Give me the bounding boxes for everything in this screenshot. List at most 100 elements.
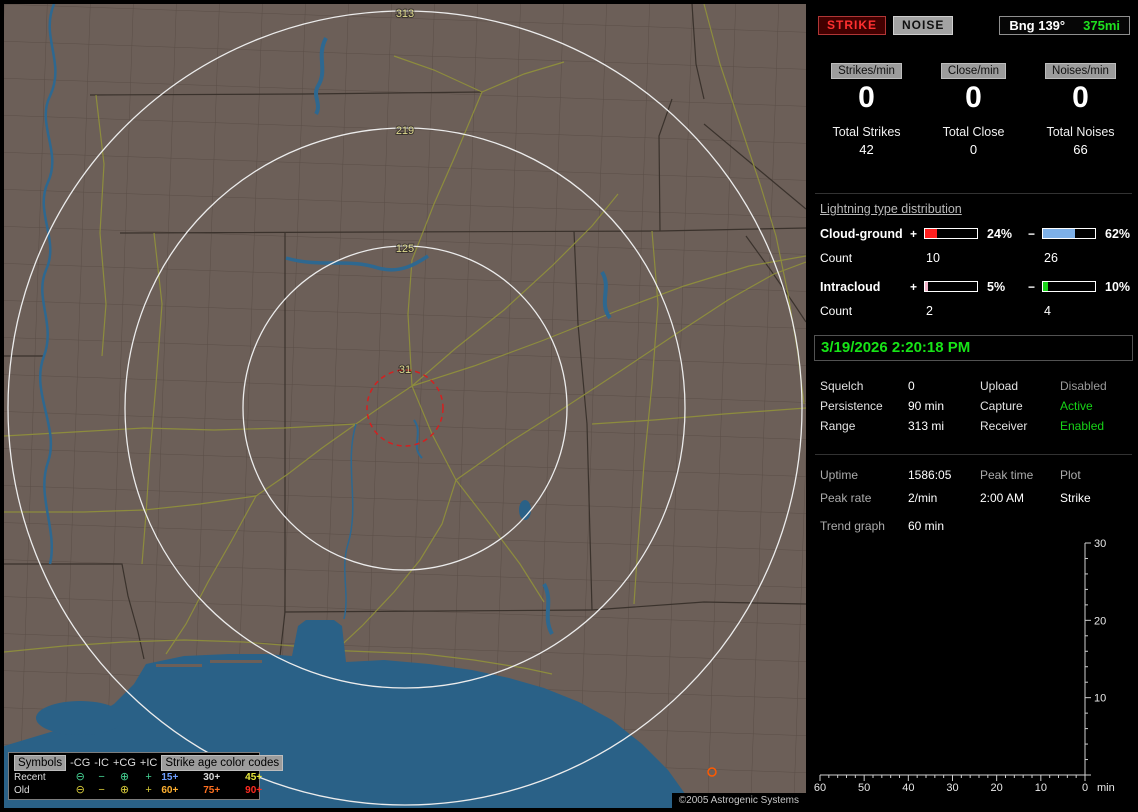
capture-status: Active — [1060, 399, 1093, 413]
noise-mode-button[interactable]: NOISE — [893, 16, 954, 35]
nic-old-symbol: − — [98, 784, 105, 796]
svg-text:10: 10 — [1094, 693, 1106, 705]
count-label: Count — [820, 303, 853, 318]
upload-label: Upload — [980, 379, 1019, 393]
total-noises-label: Total Noises — [1046, 125, 1115, 139]
noises-per-min-label: Noises/min — [1045, 63, 1116, 79]
map-legend: Symbols -CG -IC +CG +IC Strike age color… — [8, 752, 284, 800]
age-code-90: 90+ — [245, 785, 263, 796]
cloud-ground-row: Cloud-ground + 24% − 62% — [820, 226, 1131, 241]
datetime-display: 3/19/2026 2:20:18 PM — [814, 335, 1133, 361]
sidebar-panel: STRIKE NOISE Bng 139° 375mi Strikes/min … — [813, 4, 1134, 808]
trend-graph-svg: 30 20 10 60 50 40 30 20 10 0 min — [814, 538, 1115, 794]
intracloud-row: Intracloud + 5% − 10% — [820, 279, 1131, 294]
cg-negative-bar — [1042, 228, 1096, 239]
settings-row: Squelch 0 Upload Disabled — [820, 376, 1131, 396]
age-code-60: 60+ — [161, 785, 179, 796]
barrier-island — [156, 664, 202, 667]
capture-label: Capture — [980, 399, 1023, 413]
bearing-range-value: 375mi — [1083, 18, 1120, 33]
persistence-label: Persistence — [820, 399, 883, 413]
age-code-45: 45+ — [245, 772, 263, 783]
legend-old-label: Old — [14, 785, 30, 796]
map-canvas: 313 219 125 31 — [4, 4, 806, 808]
strike-mode-button[interactable]: STRIKE — [818, 16, 887, 35]
legend-col-pcg: +CG — [112, 756, 136, 769]
total-noises-value: 66 — [1073, 142, 1088, 157]
ring-label-31: 31 — [399, 364, 411, 376]
svg-text:50: 50 — [858, 782, 870, 794]
cg-negative-percent: 62% — [1105, 226, 1131, 241]
cg-positive-bar — [924, 228, 978, 239]
plus-sign: + — [910, 226, 918, 241]
section-divider — [815, 193, 1132, 194]
minus-sign: − — [1028, 279, 1036, 294]
svg-text:30: 30 — [1094, 538, 1106, 550]
legend-col-nic: -IC — [94, 756, 109, 769]
squelch-label: Squelch — [820, 379, 864, 393]
ncg-old-symbol: ⊖ — [75, 784, 85, 796]
close-column: Close/min 0 Total Close 0 — [920, 63, 1027, 157]
squelch-value: 0 — [908, 379, 915, 393]
lake-pontchartrain — [36, 701, 124, 735]
strikes-column: Strikes/min 0 Total Strikes 42 — [813, 63, 920, 157]
legend-col-pic: +IC — [139, 756, 158, 769]
intracloud-count-row: Count 2 4 — [820, 303, 1131, 318]
strikes-per-min-label: Strikes/min — [831, 63, 902, 79]
close-per-min-value: 0 — [965, 81, 982, 114]
svg-text:40: 40 — [902, 782, 914, 794]
settings-row: Range 313 mi Receiver Enabled — [820, 416, 1131, 436]
age-code-15: 15+ — [161, 772, 179, 783]
cg-positive-bar-fill — [925, 229, 938, 238]
count-label: Count — [820, 250, 853, 265]
pic-old-symbol: + — [145, 784, 152, 796]
pcg-recent-symbol: ⊕ — [119, 771, 130, 783]
rate-columns: Strikes/min 0 Total Strikes 42 Close/min… — [813, 63, 1134, 157]
barrier-island — [210, 660, 262, 663]
settings-row: Persistence 90 min Capture Active — [820, 396, 1131, 416]
age-code-30: 30+ — [203, 772, 221, 783]
pcg-old-symbol: ⊕ — [119, 784, 130, 796]
map-panel[interactable]: 313 219 125 31 Symbols -CG -IC +CG +IC S… — [4, 4, 806, 808]
trend-graph-label: Trend graph — [820, 519, 885, 533]
svg-text:60: 60 — [814, 782, 826, 794]
trend-graph-value: 60 min — [908, 519, 945, 533]
ic-negative-percent: 10% — [1105, 279, 1131, 294]
bearing-value: Bng 139° — [1009, 18, 1066, 33]
peak-rate-value: 2/min — [908, 490, 938, 505]
distribution-title: Lightning type distribution — [820, 202, 962, 216]
svg-text:20: 20 — [1094, 615, 1106, 627]
nic-recent-symbol: − — [98, 771, 105, 783]
mode-button-row: STRIKE NOISE Bng 139° 375mi — [818, 16, 1130, 35]
legend-col-ncg: -CG — [70, 756, 91, 769]
plot-label: Plot — [1060, 467, 1081, 482]
ic-positive-bar — [924, 281, 978, 292]
svg-text:30: 30 — [946, 782, 958, 794]
ic-negative-count: 4 — [1044, 303, 1051, 318]
app-window: 313 219 125 31 Symbols -CG -IC +CG +IC S… — [0, 0, 1138, 812]
svg-text:10: 10 — [1035, 782, 1047, 794]
uptime-label: Uptime — [820, 467, 859, 482]
cg-positive-count: 10 — [926, 250, 940, 265]
range-value: 313 mi — [908, 419, 945, 433]
ic-positive-percent: 5% — [987, 279, 1006, 294]
strikes-per-min-value: 0 — [858, 81, 875, 114]
close-per-min-label: Close/min — [940, 63, 1007, 79]
persistence-value: 90 min — [908, 399, 945, 413]
peak-time-value: 2:00 AM — [980, 490, 1025, 505]
svg-text:0: 0 — [1082, 782, 1088, 794]
receiver-label: Receiver — [980, 419, 1028, 433]
pic-recent-symbol: + — [145, 771, 152, 783]
range-label: Range — [820, 419, 856, 433]
status-grid: Uptime 1586:05 Peak time Plot Peak rate … — [820, 463, 1131, 509]
cg-negative-bar-fill — [1043, 229, 1076, 238]
legend-symbols-header: Symbols — [14, 755, 67, 771]
noises-column: Noises/min 0 Total Noises 66 — [1027, 63, 1134, 157]
ncg-recent-symbol: ⊖ — [75, 771, 85, 783]
cloud-ground-count-row: Count 10 26 — [820, 250, 1131, 265]
upload-status: Disabled — [1060, 379, 1107, 393]
total-strikes-value: 42 — [859, 142, 874, 157]
ic-negative-bar — [1042, 281, 1096, 292]
minus-sign: − — [1028, 226, 1036, 241]
cg-positive-percent: 24% — [987, 226, 1013, 241]
